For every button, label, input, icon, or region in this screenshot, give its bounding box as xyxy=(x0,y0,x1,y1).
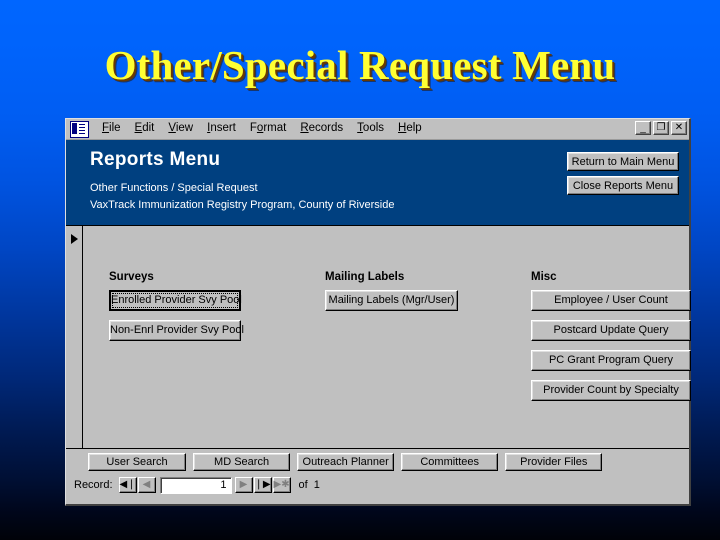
restore-button[interactable]: ❐ xyxy=(653,121,669,135)
form-header: Reports Menu Other Functions / Special R… xyxy=(66,140,689,225)
menu-item-records[interactable]: Records xyxy=(293,120,350,138)
menu-item-view[interactable]: View xyxy=(161,120,200,138)
record-number-input[interactable]: 1 xyxy=(159,476,232,494)
menu-item-edit[interactable]: Edit xyxy=(128,120,162,138)
menu-item-help[interactable]: Help xyxy=(391,120,429,138)
section-mailing-labels-label: Mailing Labels xyxy=(325,271,405,283)
non-enrl-provider-svy-pool-button[interactable]: Non-Enrl Provider Svy Pool xyxy=(109,320,244,341)
previous-record-button[interactable]: ◀ xyxy=(137,477,156,493)
record-total-count: 1 xyxy=(313,479,320,491)
pc-grant-program-query-button[interactable]: PC Grant Program Query xyxy=(531,350,691,371)
menu-bar: File Edit View Insert Format Records Too… xyxy=(66,119,689,140)
record-navigator-label: Record: xyxy=(74,479,113,491)
form-header-subtitle-2: VaxTrack Immunization Registry Program, … xyxy=(90,199,395,211)
section-misc-label: Misc xyxy=(531,271,557,283)
form-footer: User Search MD Search Outreach Planner C… xyxy=(66,448,689,474)
page-title: Other/Special Request Menu xyxy=(104,42,616,88)
new-record-icon: ▶✱ xyxy=(273,479,290,490)
employee-user-count-button[interactable]: Employee / User Count xyxy=(531,290,691,311)
minimize-icon: _ xyxy=(640,123,646,134)
postcard-update-query-button[interactable]: Postcard Update Query xyxy=(531,320,691,341)
close-reports-menu-button[interactable]: Close Reports Menu xyxy=(567,176,679,195)
return-to-main-menu-button[interactable]: Return to Main Menu xyxy=(567,152,679,171)
provider-count-by-specialty-button[interactable]: Provider Count by Specialty xyxy=(531,380,691,401)
next-record-icon: ▶ xyxy=(239,479,248,490)
form-detail-area: Surveys Enrolled Provider Svy Pool Non-E… xyxy=(66,225,691,448)
section-misc: Misc Employee / User Count Postcard Upda… xyxy=(531,270,691,410)
menu-item-file[interactable]: File xyxy=(95,120,128,138)
mailing-labels-mgr-user-button[interactable]: Mailing Labels (Mgr/User) xyxy=(325,290,458,311)
window-controls: _ ❐ ✕ xyxy=(635,121,687,135)
last-record-button[interactable]: ❘▶ xyxy=(253,477,272,493)
restore-icon: ❐ xyxy=(656,122,666,133)
access-form-icon xyxy=(70,120,89,138)
section-surveys: Surveys Enrolled Provider Svy Pool Non-E… xyxy=(109,270,244,350)
minimize-button[interactable]: _ xyxy=(635,121,651,135)
close-icon: ✕ xyxy=(674,122,684,133)
section-mailing-labels: Mailing Labels Mailing Labels (Mgr/User) xyxy=(325,270,458,320)
access-application-window: File Edit View Insert Format Records Too… xyxy=(65,118,691,506)
menu-item-tools[interactable]: Tools xyxy=(350,120,391,138)
first-record-button[interactable]: ◀❘ xyxy=(118,477,137,493)
new-record-button[interactable]: ▶✱ xyxy=(272,477,291,493)
committees-button[interactable]: Committees xyxy=(401,453,499,471)
user-search-button[interactable]: User Search xyxy=(88,453,186,471)
provider-files-button[interactable]: Provider Files xyxy=(505,453,603,471)
md-search-button[interactable]: MD Search xyxy=(193,453,291,471)
next-record-button[interactable]: ▶ xyxy=(234,477,253,493)
enrolled-provider-svy-pool-button[interactable]: Enrolled Provider Svy Pool xyxy=(109,290,242,311)
record-of-label: of xyxy=(298,479,308,491)
header-button-group: Return to Main Menu Close Reports Menu xyxy=(567,152,679,195)
record-selector-bar[interactable] xyxy=(66,226,83,448)
current-record-arrow-icon xyxy=(71,234,78,244)
record-navigator: Record: ◀❘ ◀ 1 ▶ ❘▶ ▶✱ of 1 xyxy=(66,474,689,496)
section-surveys-label: Surveys xyxy=(109,271,154,283)
last-record-icon: ❘▶ xyxy=(254,479,271,490)
previous-record-icon: ◀ xyxy=(142,479,151,490)
outreach-planner-button[interactable]: Outreach Planner xyxy=(297,453,395,471)
close-button[interactable]: ✕ xyxy=(671,121,687,135)
focus-rectangle xyxy=(112,293,238,308)
first-record-icon: ◀❘ xyxy=(119,479,136,490)
menu-item-insert[interactable]: Insert xyxy=(200,120,243,138)
menu-item-format[interactable]: Format xyxy=(243,120,293,138)
